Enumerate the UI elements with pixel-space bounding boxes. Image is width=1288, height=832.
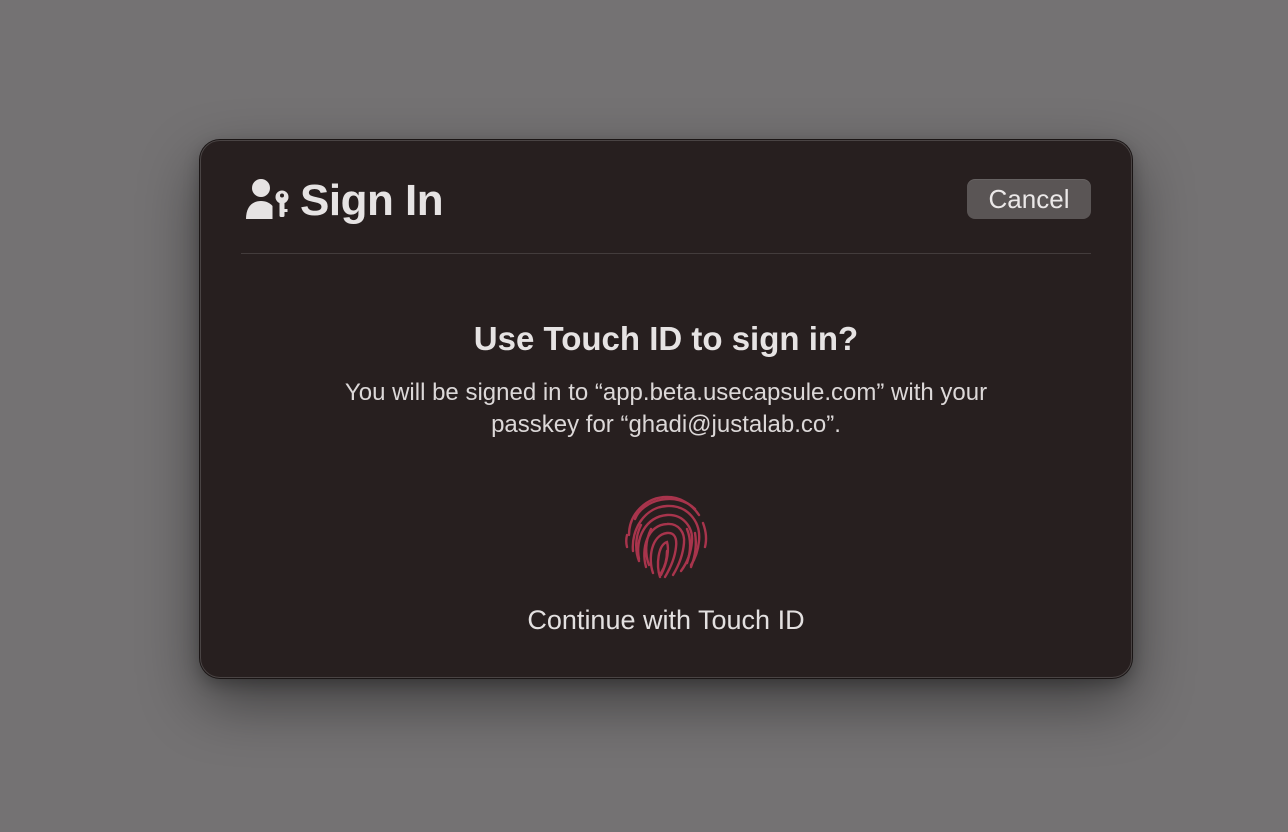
touch-id-prompt: Use Touch ID to sign in? xyxy=(473,320,859,357)
person-key-icon xyxy=(246,179,289,219)
sign-in-description: You will be signed in to “app.beta.useca… xyxy=(281,377,1051,441)
cancel-button[interactable]: Cancel xyxy=(967,179,1091,219)
passkey-sign-in-dialog: Sign In Cancel Use Touch ID to sign in? … xyxy=(200,140,1132,678)
dialog-title: Sign In xyxy=(300,176,444,225)
continue-with-touch-id-label[interactable]: Continue with Touch ID xyxy=(201,603,1131,637)
fingerprint-icon[interactable] xyxy=(621,489,713,581)
description-line-2: passkey for “ghadi@justalab.co”. xyxy=(491,411,841,438)
header-divider xyxy=(241,253,1091,254)
dialog-header: Sign In Cancel xyxy=(241,173,1091,233)
description-line-1: You will be signed in to “app.beta.useca… xyxy=(344,379,988,406)
